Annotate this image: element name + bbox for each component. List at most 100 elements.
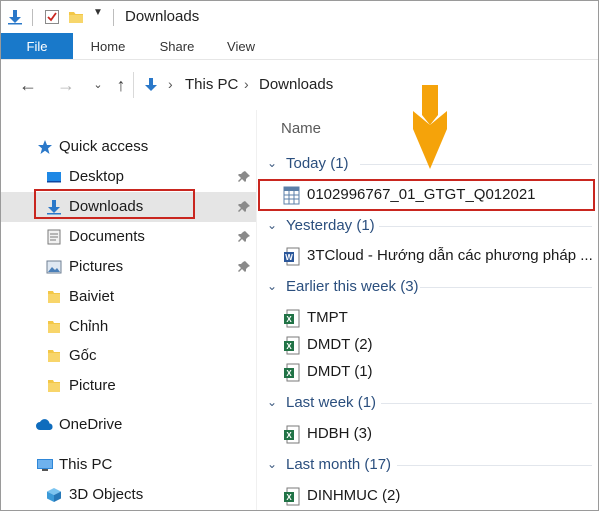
excel-file-icon: X	[284, 336, 300, 355]
download-arrow-icon[interactable]	[7, 9, 23, 25]
tab-file[interactable]: File	[1, 33, 73, 59]
separator	[32, 9, 33, 26]
group-label: Last week (1)	[286, 394, 377, 411]
folder-icon	[48, 350, 60, 362]
breadcrumb-separator[interactable]: ›	[168, 76, 173, 92]
up-button[interactable]: ↑	[110, 74, 132, 96]
recent-locations-button[interactable]: ⌄	[87, 74, 109, 96]
forward-button[interactable]: →	[55, 74, 77, 96]
folder-icon	[48, 291, 60, 303]
sidebar-item-label: Documents	[69, 228, 145, 245]
group-label: Today (1)	[286, 155, 349, 172]
chevron-down-icon[interactable]: ⌄	[267, 156, 277, 170]
file-name: TMPT	[307, 309, 348, 326]
tab-share[interactable]: Share	[152, 33, 202, 60]
sidebar-item-this-pc[interactable]: This PC	[1, 450, 256, 480]
download-arrow-icon	[145, 78, 157, 91]
list-item[interactable]: X DINHMUC (2)	[257, 483, 598, 509]
properties-checkbox-icon[interactable]	[44, 9, 60, 25]
pictures-icon	[46, 260, 62, 274]
excel-file-icon: X	[284, 487, 300, 506]
sidebar-item-goc[interactable]: Gốc	[1, 341, 256, 371]
sidebar-item-quick-access[interactable]: Quick access	[1, 132, 256, 162]
group-header-last-week[interactable]: ⌄ Last week (1)	[257, 391, 598, 415]
sidebar-item-label: Desktop	[69, 168, 125, 185]
chevron-down-icon[interactable]: ⌄	[267, 457, 277, 471]
file-name: DMDT (2)	[307, 336, 373, 353]
group-label: Last month (17)	[286, 456, 392, 473]
sidebar-item-label: Baiviet	[69, 288, 115, 305]
word-file-icon: W	[284, 247, 300, 266]
list-item[interactable]: X DMDT (1)	[257, 359, 598, 385]
excel-file-icon: X	[284, 309, 300, 328]
svg-text:X: X	[286, 431, 292, 440]
list-item[interactable]: X TMPT	[257, 305, 598, 331]
sidebar-item-3d-objects[interactable]: 3D Objects	[1, 480, 256, 510]
sidebar-item-label: Chỉnh	[69, 318, 109, 335]
svg-text:X: X	[286, 315, 292, 324]
svg-text:X: X	[286, 369, 292, 378]
group-header-yesterday[interactable]: ⌄ Yesterday (1)	[257, 214, 598, 238]
sidebar-item-picture[interactable]: Picture	[1, 371, 256, 401]
group-divider	[381, 403, 592, 404]
pin-icon[interactable]	[237, 200, 251, 214]
title-bar: ▼ Downloads	[1, 1, 598, 33]
list-item[interactable]: X HDBH (3)	[257, 421, 598, 447]
excel-file-icon: X	[284, 425, 300, 444]
group-divider	[379, 226, 592, 227]
tab-home[interactable]: Home	[83, 33, 133, 60]
sidebar-item-pictures[interactable]: Pictures	[1, 252, 256, 282]
documents-icon	[47, 229, 61, 245]
tab-view[interactable]: View	[217, 33, 265, 60]
sidebar-item-label: Quick access	[59, 138, 149, 155]
excel-file-icon: X	[284, 363, 300, 382]
explorer-window: ▼ Downloads File Home Share View ← → ⌄ ↑…	[0, 0, 599, 511]
cube-icon	[47, 488, 61, 502]
separator	[113, 9, 114, 26]
list-item[interactable]: X DMDT (2)	[257, 332, 598, 358]
svg-text:X: X	[286, 493, 292, 502]
group-divider	[420, 287, 592, 288]
sidebar-item-label: Pictures	[69, 258, 124, 275]
sidebar-item-label: Gốc	[69, 347, 97, 364]
sidebar-item-desktop[interactable]: Desktop	[1, 162, 256, 192]
navigation-pane: Quick access Desktop Downloads Documents…	[1, 110, 256, 510]
svg-text:W: W	[285, 253, 293, 262]
group-divider	[397, 465, 592, 466]
file-name: DMDT (1)	[307, 363, 373, 380]
group-header-last-month[interactable]: ⌄ Last month (17)	[257, 453, 598, 477]
sidebar-item-baiviet[interactable]: Baiviet	[1, 282, 256, 312]
pin-icon[interactable]	[237, 230, 251, 244]
breadcrumb-downloads[interactable]: Downloads	[259, 76, 333, 93]
new-folder-icon[interactable]	[68, 9, 84, 25]
sidebar-item-onedrive[interactable]: OneDrive	[1, 410, 256, 440]
downloads-highlight-box	[34, 189, 195, 219]
sidebar-item-documents[interactable]: Documents	[1, 222, 256, 252]
chevron-down-icon[interactable]: ⌄	[267, 395, 277, 409]
sidebar-item-label: 3D Objects	[69, 486, 144, 503]
annotation-arrow-icon	[413, 85, 447, 169]
chevron-down-icon[interactable]: ⌄	[267, 218, 277, 232]
folder-icon	[48, 321, 60, 333]
back-button[interactable]: ←	[17, 74, 39, 96]
group-divider	[360, 164, 592, 165]
cloud-icon	[36, 419, 53, 430]
address-toolbar: ← → ⌄ ↑ › This PC › Downloads	[1, 60, 598, 110]
file-highlight-box	[258, 179, 595, 211]
chevron-down-icon[interactable]: ⌄	[267, 279, 277, 293]
group-header-earlier-this-week[interactable]: ⌄ Earlier this week (3)	[257, 275, 598, 299]
group-label: Earlier this week (3)	[286, 278, 419, 295]
customize-quick-access-icon[interactable]: ▼	[93, 7, 109, 23]
breadcrumb-separator[interactable]: ›	[244, 76, 249, 92]
ribbon: File Home Share View	[1, 33, 598, 60]
column-header-name[interactable]: Name	[281, 120, 321, 137]
pin-icon[interactable]	[237, 260, 251, 274]
group-label: Yesterday (1)	[286, 217, 375, 234]
breadcrumb-this-pc[interactable]: This PC	[185, 76, 238, 93]
sidebar-item-label: This PC	[59, 456, 113, 473]
file-name: 3TCloud - Hướng dẫn các phương pháp ...	[307, 247, 593, 264]
list-item[interactable]: W 3TCloud - Hướng dẫn các phương pháp ..…	[257, 243, 598, 269]
pin-icon[interactable]	[237, 170, 251, 184]
file-name: DINHMUC (2)	[307, 487, 401, 504]
sidebar-item-chinh[interactable]: Chỉnh	[1, 312, 256, 342]
